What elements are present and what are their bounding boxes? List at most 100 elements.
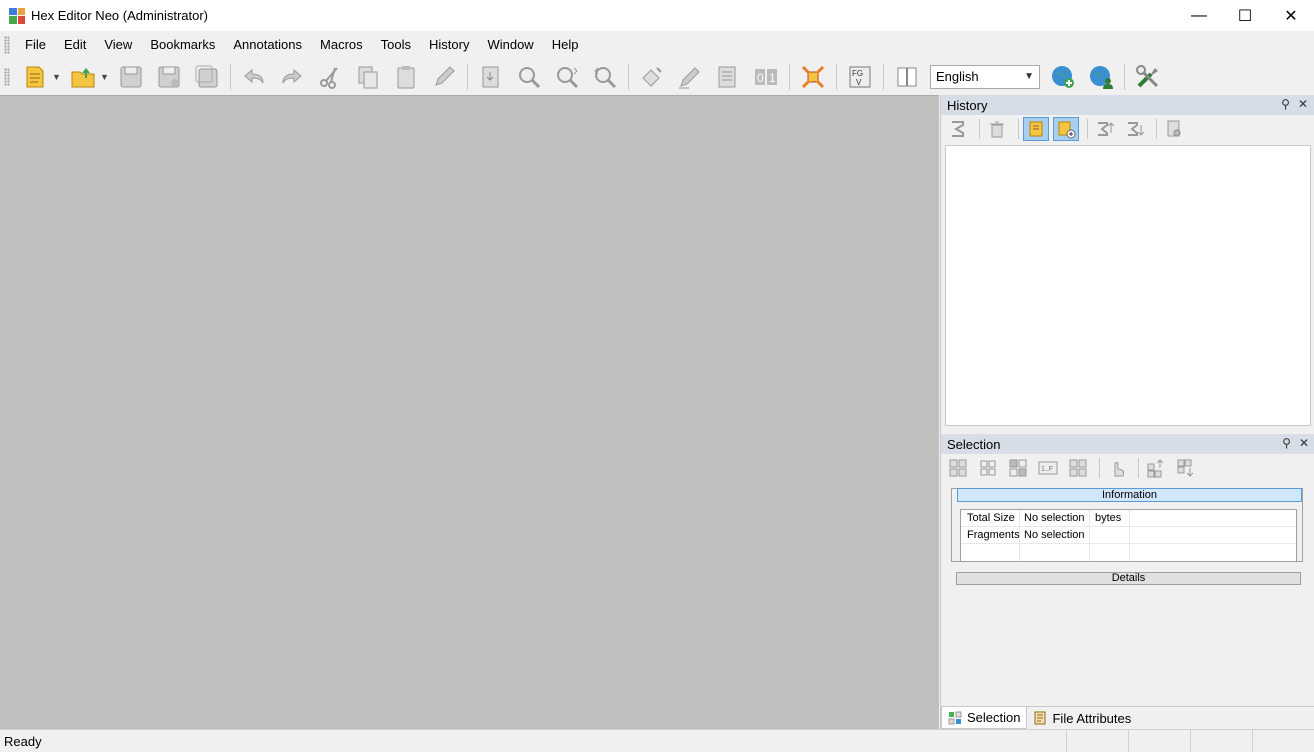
fill-button[interactable] [636,61,668,93]
touch-select-button[interactable] [1104,456,1130,480]
grid-select-icon [949,459,967,477]
new-file-dropdown-icon[interactable]: ▼ [52,72,62,82]
status-bar: Ready [0,729,1314,752]
tab-selection[interactable]: Selection [941,707,1028,729]
modify-button[interactable] [674,61,706,93]
save-as-button[interactable] [153,61,185,93]
cut-button[interactable] [314,61,346,93]
web-account-button[interactable] [1085,61,1117,93]
history-list[interactable] [945,145,1311,426]
menu-macros[interactable]: Macros [311,31,372,58]
window-title: Hex Editor Neo (Administrator) [31,8,208,23]
split-view-button[interactable] [891,61,923,93]
status-text: Ready [4,733,42,749]
open-folder-icon [71,67,95,87]
right-dock-panel: History ⚲ ✕ Selection ⚲ ✕ 1..F Informati… [940,95,1314,729]
redo-button[interactable] [276,61,308,93]
close-icon[interactable]: ✕ [1298,97,1308,111]
undo-icon [244,68,264,83]
grid-invert-icon [1009,459,1027,477]
trash-icon [990,121,1004,138]
history-tree-button[interactable] [1023,117,1049,141]
paste-button[interactable] [390,61,422,93]
close-icon[interactable]: ✕ [1299,436,1309,450]
find-previous-button[interactable] [589,61,621,93]
pencil-icon [435,65,455,86]
copy-button[interactable] [352,61,384,93]
select-none-button[interactable] [975,456,1001,480]
pin-icon[interactable]: ⚲ [1281,97,1290,111]
menu-file[interactable]: File [16,31,55,58]
open-file-button[interactable] [67,61,99,93]
menubar-grip[interactable] [4,35,10,54]
menu-bookmarks[interactable]: Bookmarks [141,31,224,58]
history-up-button[interactable] [1092,117,1118,141]
history-delete-button[interactable] [984,117,1010,141]
history-toolbar-separator [979,119,980,139]
information-header[interactable]: Information [957,488,1302,502]
tab-file-attributes[interactable]: File Attributes [1027,707,1137,729]
fgv-button[interactable]: FG V [844,61,876,93]
menu-help[interactable]: Help [543,31,588,58]
open-file-dropdown-icon[interactable]: ▼ [100,72,110,82]
history-tree-add-icon [1058,121,1076,139]
selection-toolbar-separator [1138,458,1139,478]
history-sigma-button[interactable] [945,117,971,141]
document-list-icon [718,66,736,87]
properties-button[interactable] [712,61,744,93]
select-all-button[interactable] [945,456,971,480]
toolbar-separator [628,63,629,90]
menu-annotations[interactable]: Annotations [224,31,311,58]
menu-edit[interactable]: Edit [55,31,95,58]
app-icon [9,7,25,24]
find-next-button[interactable] [551,61,583,93]
fill-icon [642,66,662,87]
selection-import-button[interactable] [1173,456,1199,480]
history-down-button[interactable] [1122,117,1148,141]
scissors-icon [320,66,338,89]
invert-selection-button[interactable] [1005,456,1031,480]
history-properties-button[interactable] [1161,117,1187,141]
toolbar-separator [1124,63,1125,90]
history-tree-add-button[interactable] [1053,117,1079,141]
save-all-button[interactable] [191,61,223,93]
menu-window[interactable]: Window [478,31,542,58]
details-header[interactable]: Details [956,572,1301,585]
info-value: No selection [1020,527,1090,543]
tab-selection-label: Selection [967,710,1021,725]
web-update-button[interactable] [1047,61,1079,93]
selection-panel-title: Selection [947,436,1001,452]
file-attributes-icon [1034,711,1046,725]
select-block-button[interactable] [1065,456,1091,480]
minimize-button[interactable]: — [1176,0,1222,31]
edit-button[interactable] [428,61,460,93]
info-unit [1090,527,1130,543]
menu-bar: File Edit View Bookmarks Annotations Mac… [0,31,1314,58]
maximize-button[interactable]: ☐ [1222,0,1268,31]
toolbar-separator [230,63,231,90]
goto-button[interactable] [475,61,507,93]
binary-button[interactable]: 01 [750,61,782,93]
close-button[interactable]: ✕ [1268,0,1314,31]
menu-history[interactable]: History [420,31,478,58]
language-select[interactable]: English ▼ [930,64,1040,89]
fullscreen-button[interactable] [797,61,829,93]
new-file-button[interactable] [19,61,51,93]
select-range-button[interactable]: 1..F [1035,456,1061,480]
dock-tab-bar: Selection File Attributes [941,706,1314,729]
editor-workspace[interactable] [0,95,939,729]
sigma-up-icon [1098,122,1115,136]
find-button[interactable] [513,61,545,93]
pin-icon[interactable]: ⚲ [1282,436,1291,450]
toolbar-grip[interactable] [4,67,10,86]
selection-panel: Selection ⚲ ✕ 1..F Information Total Siz… [941,434,1314,704]
settings-button[interactable] [1132,61,1164,93]
save-button[interactable] [115,61,147,93]
selection-export-button[interactable] [1143,456,1169,480]
history-panel-title: History [947,97,988,113]
toolbar-separator [789,63,790,90]
menu-tools[interactable]: Tools [372,31,420,58]
menu-view[interactable]: View [95,31,141,58]
undo-button[interactable] [238,61,270,93]
history-toolbar [941,115,1314,143]
